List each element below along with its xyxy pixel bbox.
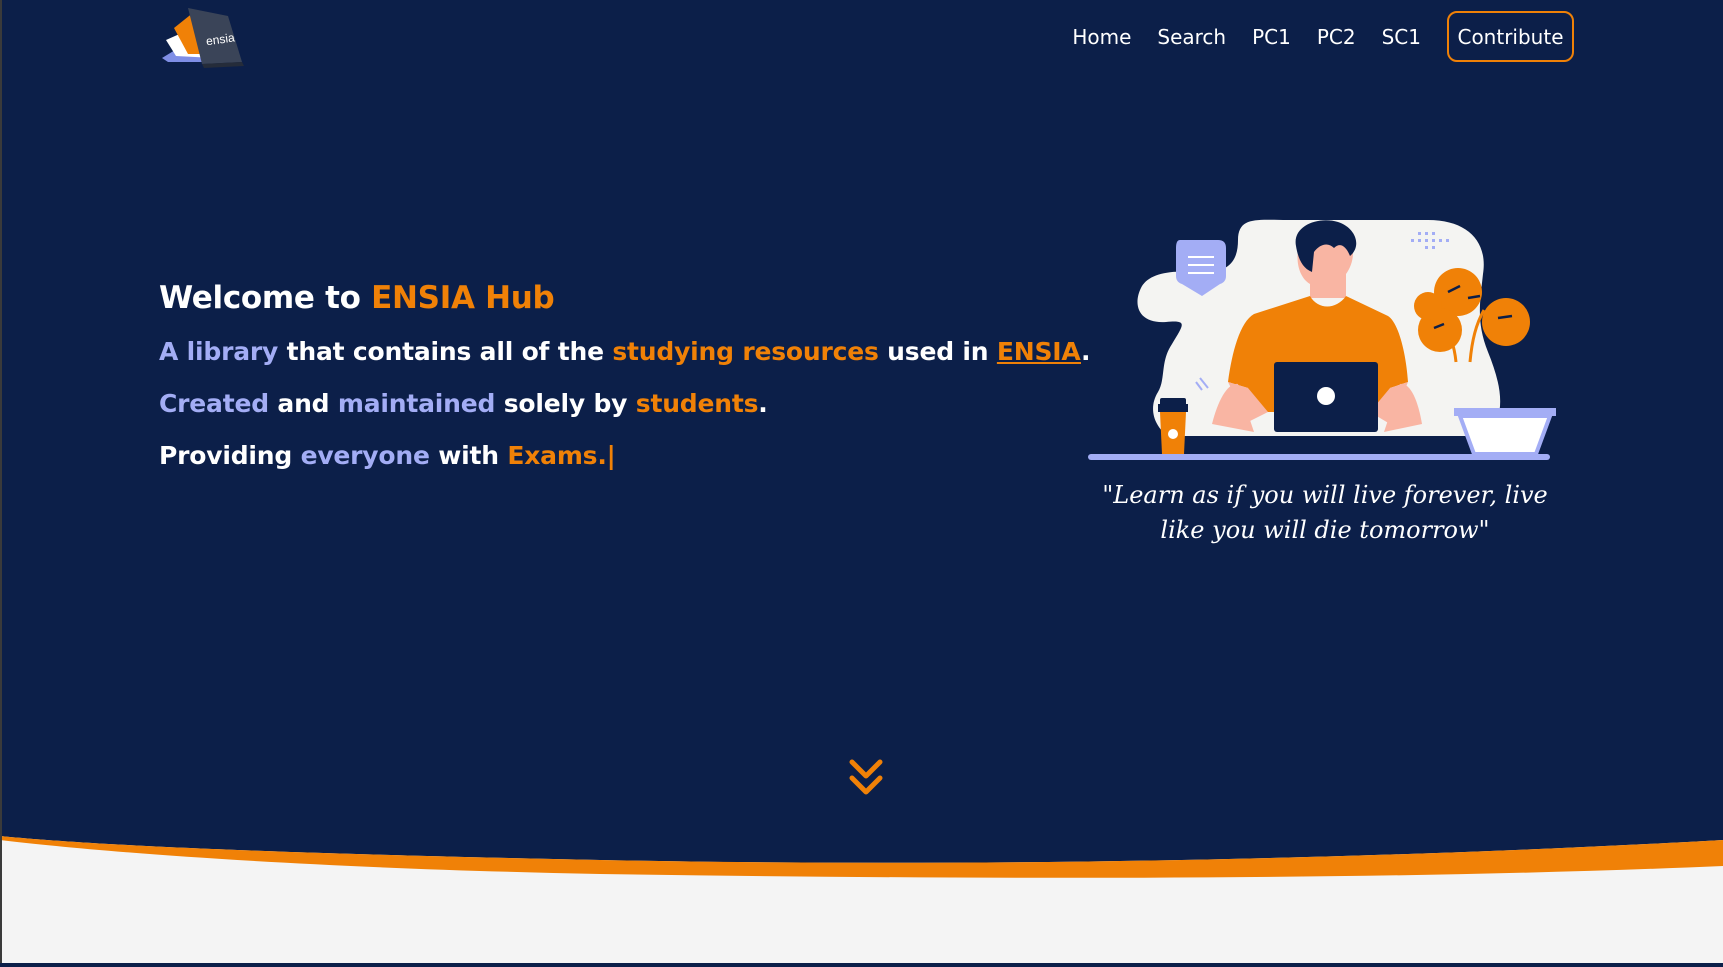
student-laptop-illustration (1088, 212, 1568, 464)
ensia-logo[interactable]: ensia (158, 6, 248, 68)
nav-pc1-link[interactable]: PC1 (1252, 12, 1291, 62)
navbar: ensia Home Search PC1 PC2 SC1 Contribute (0, 0, 1723, 80)
text-solely-by: solely by (495, 389, 636, 418)
hero-line-library: A library that contains all of the study… (159, 326, 1091, 378)
hero-section: Welcome to ENSIA Hub A library that cont… (159, 270, 1091, 482)
typewriter-text: Exams. (507, 441, 607, 470)
nav-search-link[interactable]: Search (1157, 12, 1226, 62)
hero-title: Welcome to ENSIA Hub (159, 270, 1090, 326)
text-with: with (429, 441, 508, 470)
window-edge (0, 0, 2, 963)
nav-home-link[interactable]: Home (1072, 12, 1131, 62)
nav-pc2-link[interactable]: PC2 (1317, 12, 1356, 62)
double-chevron-down-icon[interactable] (848, 758, 884, 798)
title-brand: ENSIA Hub (371, 280, 555, 316)
text-and: and (268, 389, 338, 418)
text-a-library: A library (159, 337, 279, 366)
text-everyone: everyone (300, 441, 430, 470)
text-contains: that contains all of the (278, 337, 613, 366)
typing-cursor: | (606, 441, 616, 470)
motivational-quote: "Learn as if you will live forever, live… (1102, 481, 1548, 544)
text-maintained: maintained (337, 389, 496, 418)
hero-line-providing: Providing everyone with Exams.| (159, 430, 1090, 482)
section-divider-wave (0, 830, 1723, 963)
nav-links: Home Search PC1 PC2 SC1 Contribute (1046, 11, 1574, 62)
contribute-button[interactable]: Contribute (1447, 11, 1574, 62)
hero-line-created: Created and maintained solely by student… (159, 378, 1090, 430)
text-studying-resources: studying resources (612, 337, 879, 366)
nav-sc1-link[interactable]: SC1 (1382, 12, 1421, 62)
ensia-link[interactable]: ENSIA (997, 337, 1081, 366)
title-prefix: Welcome to (159, 280, 372, 316)
text-created: Created (159, 389, 269, 418)
text-period-2: . (758, 389, 768, 418)
text-students: students (635, 389, 759, 418)
text-providing: Providing (159, 441, 301, 470)
text-used-in: used in (878, 337, 997, 366)
